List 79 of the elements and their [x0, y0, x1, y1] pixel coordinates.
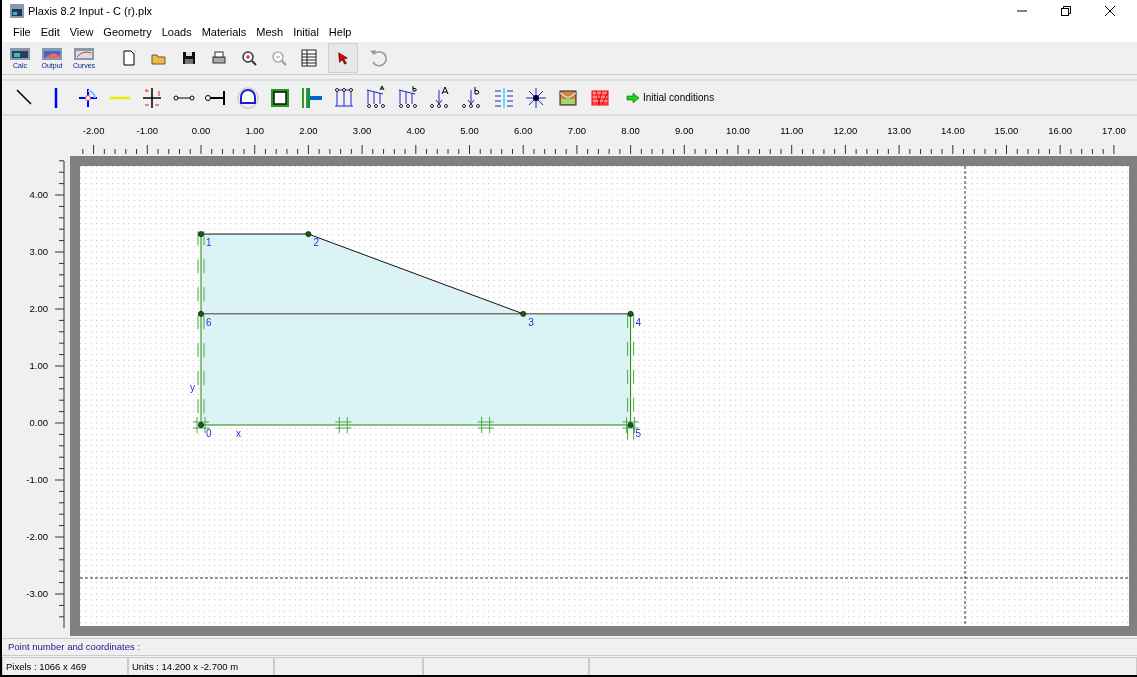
ruler-label: 5.00	[460, 125, 479, 136]
ruler-label: 6.00	[513, 125, 533, 136]
ruler-label: 1.00	[245, 125, 264, 136]
app-icon	[10, 4, 24, 18]
ruler-label: 9.00	[675, 125, 694, 136]
print-icon[interactable]	[210, 49, 228, 67]
ruler-label: -2.00	[82, 125, 105, 136]
ruler-label: 4.00	[406, 125, 426, 136]
geometry-point[interactable]	[627, 422, 634, 428]
menu-item[interactable]: View	[64, 26, 99, 38]
ruler-label: 8.00	[621, 125, 640, 136]
axis-label: y	[190, 381, 195, 393]
axis-label: x	[235, 428, 241, 439]
load-system-a-icon[interactable]	[364, 85, 388, 110]
status-hint: Point number and coordinates :	[2, 638, 1137, 656]
menu-item[interactable]: Mesh	[251, 26, 289, 38]
ruler-label: 3.00	[29, 246, 48, 257]
ruler-label: 12.00	[833, 125, 858, 136]
window-title: Plaxis 8.2 Input - C (r).plx	[28, 5, 153, 17]
close-icon[interactable]	[1105, 6, 1115, 16]
ruler-label: 13.00	[887, 125, 911, 136]
ruler-label: 2.00	[29, 303, 48, 314]
interface-icon[interactable]	[300, 85, 324, 110]
ruler-label: 7.00	[567, 125, 587, 136]
table-icon[interactable]	[300, 49, 318, 67]
distributed-load-icon[interactable]	[332, 85, 356, 110]
drain-icon[interactable]	[492, 85, 516, 110]
menu-item[interactable]: Geometry	[98, 26, 157, 38]
geometry-point[interactable]	[198, 231, 204, 237]
ruler-label: 4.00	[29, 189, 48, 200]
ruler-label: -2.00	[26, 531, 48, 542]
load-system-b-icon[interactable]	[396, 85, 420, 110]
ruler-label: 10.00	[726, 125, 750, 136]
geometry-point[interactable]	[198, 422, 204, 428]
point-number: 0	[206, 428, 212, 439]
ruler-label: 15.00	[994, 125, 1019, 136]
geometry-point[interactable]	[305, 231, 312, 237]
point-number: 5	[635, 428, 642, 439]
menu-item[interactable]: Edit	[35, 26, 65, 38]
geometry-point[interactable]	[198, 310, 204, 317]
ruler-label: -1.00	[26, 474, 48, 485]
point-number: 3	[528, 316, 534, 328]
ruler-label: -1.00	[136, 125, 159, 136]
zoom-in-icon[interactable]	[240, 49, 258, 67]
ruler-label: 1.00	[29, 360, 48, 371]
ruler-label: 11.00	[780, 125, 804, 136]
drawing-canvas[interactable]: 1 2 6 3 4 y 0 x 5	[80, 166, 1129, 626]
new-file-icon[interactable]	[120, 49, 138, 67]
arrow-icon	[626, 92, 640, 103]
save-icon[interactable]	[180, 49, 198, 67]
status-pane: Pixels : 1066 x 469	[2, 657, 128, 675]
zoom-out-icon[interactable]	[270, 49, 288, 67]
ruler-label: 17.00	[1102, 125, 1126, 136]
point-number: 1	[206, 237, 212, 249]
pointer-icon	[336, 51, 350, 65]
menu-item[interactable]: Loads	[156, 26, 197, 38]
point-number: 4	[635, 316, 642, 328]
select-tool-button[interactable]	[328, 43, 358, 73]
menu-item[interactable]: Initial	[288, 26, 324, 38]
ruler-label: 2.00	[299, 125, 318, 136]
geometry-point[interactable]	[627, 310, 634, 317]
tunnel-icon[interactable]	[236, 85, 260, 110]
menu-item[interactable]: Materials	[196, 26, 252, 38]
restore-icon[interactable]	[1061, 6, 1071, 16]
status-pane: Units : 14.200 x -2.700 m	[128, 657, 274, 675]
ruler-label: -3.00	[26, 588, 48, 599]
initial-conditions-button[interactable]: Initial conditions	[620, 92, 715, 103]
ruler-label: 14.00	[940, 125, 965, 136]
well-icon[interactable]	[524, 85, 548, 110]
ruler-label: 0.00	[191, 125, 211, 136]
ruler-label: 3.00	[352, 125, 372, 136]
point-number: 6	[206, 316, 212, 328]
ruler-label: 16.00	[1048, 125, 1073, 136]
menu-item[interactable]: File	[8, 26, 36, 38]
anchor-icon[interactable]	[140, 85, 164, 110]
point-number: 2	[313, 237, 319, 249]
geometry-point[interactable]	[520, 310, 527, 317]
ruler-label: 0.00	[29, 417, 48, 428]
menu-item[interactable]: Help	[323, 26, 357, 38]
